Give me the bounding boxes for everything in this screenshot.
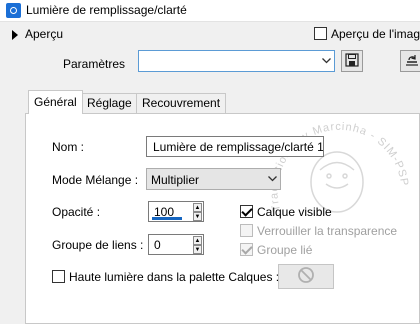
tab-general[interactable]: Général: [28, 90, 83, 114]
verrouiller-transparence-checkbox: [240, 224, 253, 237]
mode-melange-value: Multiplier: [151, 173, 200, 187]
app-icon: [6, 3, 21, 18]
highlight-color-button[interactable]: [278, 264, 334, 289]
spin-down-icon[interactable]: ▼: [193, 212, 202, 221]
parametres-select[interactable]: [138, 50, 335, 72]
parametres-label: Paramètres: [63, 57, 126, 71]
groupe-lie-checkbox: [240, 243, 253, 256]
reset-icon: [404, 53, 420, 70]
spin-down-icon[interactable]: ▼: [193, 245, 202, 254]
verrouiller-transparence-label: Verrouiller la transparence: [257, 224, 398, 238]
no-icon: [297, 266, 315, 287]
spin-up-icon[interactable]: ▲: [193, 236, 202, 245]
chevron-down-icon[interactable]: [264, 169, 280, 189]
groupe-liens-spinner[interactable]: 0 ▲ ▼: [148, 234, 204, 255]
save-preset-button[interactable]: [341, 50, 363, 72]
apercu-image-checkbox[interactable]: [314, 27, 327, 40]
calque-visible-checkbox[interactable]: [240, 205, 253, 218]
nom-label: Nom :: [52, 140, 85, 154]
haute-lumiere-label[interactable]: Haute lumière dans la palette Calques :: [69, 270, 279, 284]
groupe-liens-label: Groupe de liens :: [52, 238, 144, 252]
reset-button[interactable]: [400, 50, 420, 72]
expand-triangle-icon[interactable]: [12, 30, 18, 40]
opacite-slider-bar[interactable]: [152, 217, 182, 220]
save-icon: [345, 52, 359, 70]
calque-visible-label[interactable]: Calque visible: [257, 205, 332, 219]
mode-melange-label: Mode Mélange :: [52, 173, 139, 187]
apercu-toggle-label[interactable]: Aperçu: [25, 27, 63, 41]
mode-melange-select[interactable]: Multiplier: [146, 168, 281, 190]
spin-up-icon[interactable]: ▲: [193, 203, 202, 212]
opacite-label: Opacité :: [52, 205, 101, 219]
window-title: Lumière de remplissage/clarté: [26, 3, 187, 17]
haute-lumiere-checkbox[interactable]: [52, 270, 65, 283]
tab-recouvrement[interactable]: Recouvrement: [136, 93, 227, 113]
chevron-down-icon[interactable]: [318, 51, 334, 71]
nom-input[interactable]: Lumière de remplissage/clarté 1: [146, 136, 324, 157]
apercu-image-label[interactable]: Aperçu de l'image: [331, 27, 420, 41]
groupe-liens-value: 0: [154, 238, 161, 252]
tab-reglage[interactable]: Réglage: [81, 93, 138, 113]
groupe-lie-label: Groupe lié: [257, 243, 313, 257]
